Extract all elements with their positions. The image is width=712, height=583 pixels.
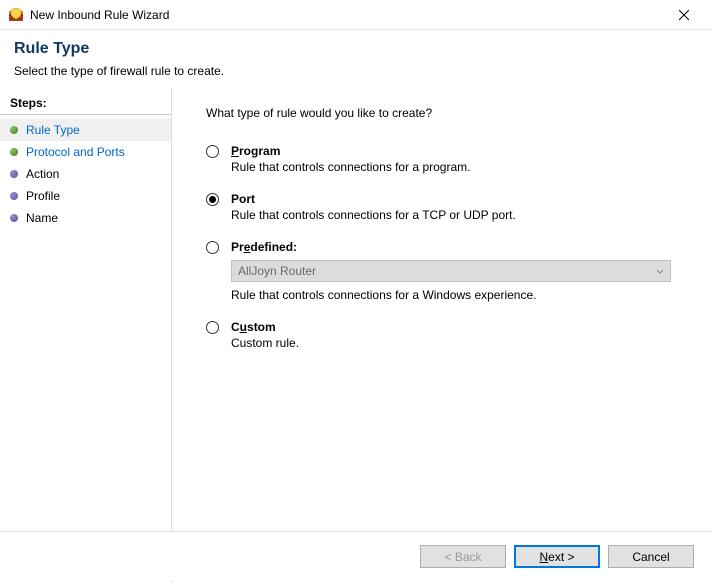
titlebar: New Inbound Rule Wizard (0, 0, 712, 30)
chevron-down-icon (656, 265, 664, 279)
main-panel: What type of rule would you like to crea… (172, 88, 712, 583)
predefined-combo: AllJoyn Router (231, 260, 671, 282)
window-title: New Inbound Rule Wizard (30, 8, 664, 22)
radio-custom[interactable] (206, 321, 219, 334)
option-custom: Custom Custom rule. (206, 320, 688, 350)
firewall-icon (8, 7, 24, 23)
page-title: Rule Type (14, 40, 698, 58)
wizard-header: Rule Type Select the type of firewall ru… (0, 30, 712, 88)
step-protocol-and-ports[interactable]: Protocol and Ports (0, 141, 171, 163)
step-label: Name (26, 211, 58, 225)
radio-program[interactable] (206, 145, 219, 158)
next-button[interactable]: Next > (514, 545, 600, 568)
step-profile[interactable]: Profile (0, 185, 171, 207)
option-predefined-desc: Rule that controls connections for a Win… (231, 288, 688, 302)
radio-port[interactable] (206, 193, 219, 206)
step-action[interactable]: Action (0, 163, 171, 185)
radio-predefined[interactable] (206, 241, 219, 254)
back-button: < Back (420, 545, 506, 568)
step-bullet-icon (10, 192, 18, 200)
step-bullet-icon (10, 214, 18, 222)
question-text: What type of rule would you like to crea… (206, 106, 688, 120)
close-button[interactable] (664, 1, 704, 29)
option-predefined: Predefined: AllJoyn Router Rule that con… (206, 240, 688, 302)
step-bullet-icon (10, 126, 18, 134)
option-port: Port Rule that controls connections for … (206, 192, 688, 222)
option-custom-label[interactable]: Custom (231, 320, 276, 334)
step-label: Rule Type (26, 123, 80, 137)
option-port-label[interactable]: Port (231, 192, 255, 206)
close-icon (679, 10, 689, 20)
step-rule-type[interactable]: Rule Type (0, 119, 171, 141)
step-bullet-icon (10, 170, 18, 178)
step-label: Action (26, 167, 59, 181)
option-program-desc: Rule that controls connections for a pro… (231, 160, 688, 174)
cancel-button[interactable]: Cancel (608, 545, 694, 568)
steps-sidebar: Steps: Rule Type Protocol and Ports Acti… (0, 88, 172, 583)
step-name[interactable]: Name (0, 207, 171, 229)
option-port-desc: Rule that controls connections for a TCP… (231, 208, 688, 222)
option-custom-desc: Custom rule. (231, 336, 688, 350)
page-subtitle: Select the type of firewall rule to crea… (14, 64, 698, 78)
combo-value: AllJoyn Router (238, 264, 316, 278)
step-label: Profile (26, 189, 60, 203)
wizard-footer: < Back Next > Cancel (0, 531, 712, 581)
option-predefined-label[interactable]: Predefined: (231, 240, 297, 254)
option-program: Program Rule that controls connections f… (206, 144, 688, 174)
step-label: Protocol and Ports (26, 145, 125, 159)
option-program-label[interactable]: Program (231, 144, 280, 158)
step-bullet-icon (10, 148, 18, 156)
steps-heading: Steps: (0, 96, 171, 115)
